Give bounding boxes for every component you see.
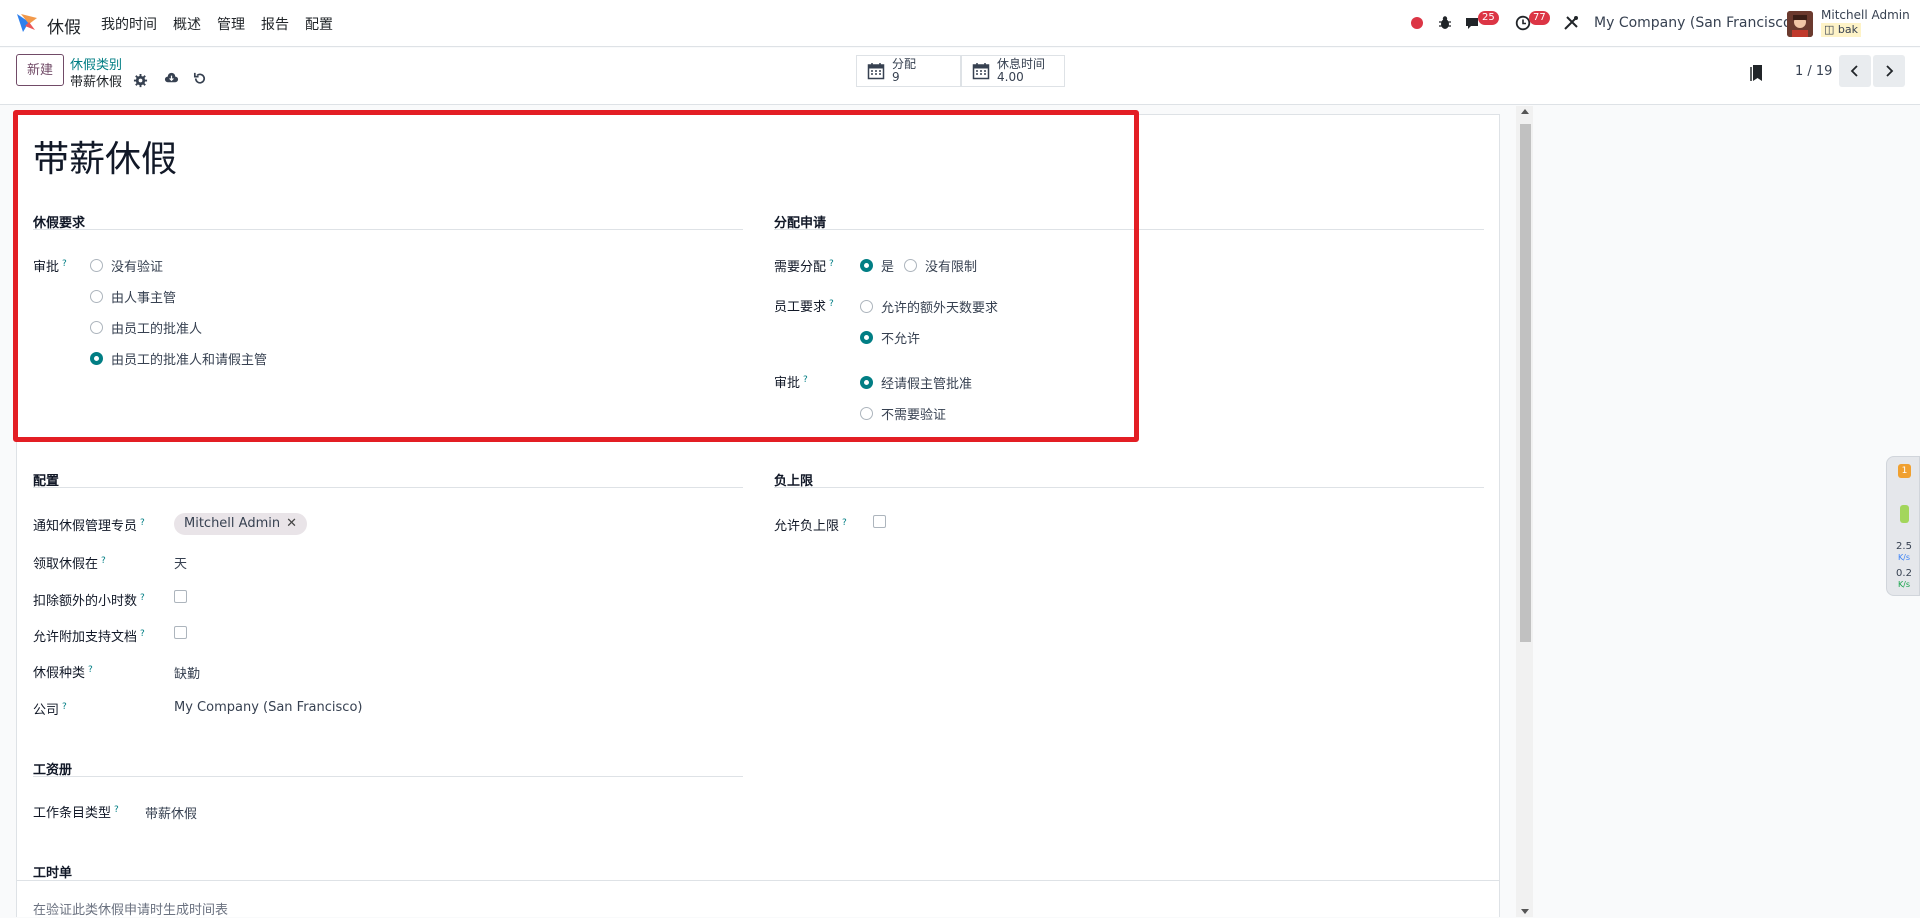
widget-badge: 1 — [1898, 464, 1911, 478]
calendar-icon — [972, 63, 990, 80]
section-divider — [33, 229, 743, 230]
db-badge: ◫ bak — [1821, 23, 1861, 37]
db-name: bak — [1837, 23, 1858, 36]
cloud-save-icon[interactable] — [164, 70, 179, 85]
discard-icon[interactable] — [192, 71, 207, 86]
allow-negative-label: 允许负上限? — [774, 517, 847, 534]
calendar-icon — [867, 63, 885, 80]
section-timesheet-title: 工时单 — [33, 866, 73, 881]
notify-user-tag[interactable]: Mitchell Admin ✕ — [174, 513, 308, 535]
control-panel: 新建 休假类别 带薪休假 分配 9 休息时间 4.00 1 / 19 — [0, 48, 1920, 105]
deduct-extra-label: 扣除额外的小时数? — [33, 592, 145, 609]
section-divider — [33, 776, 743, 777]
tools-icon[interactable] — [1562, 14, 1580, 32]
record-title[interactable]: 带薪休假 — [33, 130, 177, 182]
activity-badge: 77 — [1529, 11, 1550, 25]
new-button[interactable]: 新建 — [16, 54, 64, 86]
notify-label: 通知休假管理专员? — [33, 517, 145, 534]
approval-option-no-validation[interactable]: 没有验证 — [90, 256, 163, 275]
allocation-approval-none[interactable]: 不需要验证 — [860, 404, 946, 423]
app-name[interactable]: 休假 — [47, 13, 81, 38]
requires-allocation-no-limit[interactable]: 没有限制 — [904, 256, 977, 275]
top-navbar: 休假 我的时间 概述 管理 报告 配置 25 77 My Company (Sa… — [0, 0, 1920, 47]
employee-requests-label: 员工要求? — [774, 298, 834, 315]
menu-reporting[interactable]: 报告 — [261, 14, 289, 34]
menu-configuration[interactable]: 配置 — [305, 14, 333, 34]
timesheet-help-text: 在验证此类休假申请时生成时间表 — [33, 903, 229, 918]
deduct-extra-checkbox[interactable] — [174, 590, 187, 603]
allocation-approval-manager[interactable]: 经请假主管批准 — [860, 373, 972, 392]
section-divider — [774, 487, 1484, 488]
user-name: Mitchell Admin — [1821, 8, 1910, 22]
take-in-label: 领取休假在? — [33, 555, 106, 572]
menu-my-time[interactable]: 我的时间 — [101, 14, 157, 34]
menu-management[interactable]: 管理 — [217, 14, 245, 34]
work-entry-value[interactable]: 带薪休假 — [145, 803, 197, 822]
stat-timeoff-button[interactable]: 休息时间 4.00 — [961, 55, 1065, 87]
bug-icon[interactable] — [1436, 14, 1454, 32]
pager-value[interactable]: 1 / 19 — [1795, 64, 1832, 79]
kind-value[interactable]: 缺勤 — [174, 663, 200, 682]
bookmark-icon[interactable] — [1750, 64, 1764, 82]
take-in-value[interactable]: 天 — [174, 553, 187, 572]
breadcrumb-current: 带薪休假 — [70, 75, 123, 90]
allocation-approval-label: 审批? — [774, 374, 808, 391]
main-menu: 我的时间 概述 管理 报告 配置 — [101, 14, 333, 34]
chat-badge: 25 — [1478, 11, 1499, 25]
network-speed-widget[interactable]: 1 2.5 K/s 0.2 K/s — [1886, 456, 1920, 596]
pager-next-button[interactable] — [1873, 55, 1905, 87]
pager-previous-button[interactable] — [1839, 55, 1871, 87]
download-unit: K/s — [1897, 580, 1911, 589]
section-divider — [33, 487, 743, 488]
download-speed: 0.2 — [1896, 568, 1912, 579]
stat-allocations-button[interactable]: 分配 9 — [856, 55, 961, 87]
company-value[interactable]: My Company (San Francisco) — [174, 700, 362, 715]
user-menu[interactable]: Mitchell Admin ◫ bak — [1821, 8, 1910, 37]
chevron-left-icon — [1850, 65, 1858, 77]
employee-requests-not-allowed[interactable]: 不允许 — [860, 328, 920, 347]
kind-label: 休假种类? — [33, 664, 93, 681]
section-divider — [774, 229, 1484, 230]
upload-speed: 2.5 — [1896, 541, 1912, 552]
stat-timeoff-value: 4.00 — [997, 70, 1024, 84]
section-divider — [16, 880, 1500, 881]
gear-icon[interactable] — [133, 73, 148, 88]
battery-icon — [1900, 505, 1909, 523]
form-scrollbar[interactable] — [1516, 106, 1533, 917]
approval-option-both[interactable]: 由员工的批准人和请假主管 — [90, 349, 267, 368]
approval-option-approver[interactable]: 由员工的批准人 — [90, 318, 202, 337]
approval-option-hr-officer[interactable]: 由人事主管 — [90, 287, 176, 306]
attach-support-label: 允许附加支持文档? — [33, 628, 145, 645]
work-entry-label: 工作条目类型? — [33, 804, 119, 821]
menu-overview[interactable]: 概述 — [173, 14, 201, 34]
employee-requests-extra-days[interactable]: 允许的额外天数要求 — [860, 297, 998, 316]
company-switcher[interactable]: My Company (San Francisco) — [1594, 15, 1797, 31]
remove-tag-icon[interactable]: ✕ — [286, 516, 297, 531]
company-label: 公司? — [33, 701, 67, 718]
user-avatar[interactable] — [1787, 11, 1813, 37]
app-logo-icon[interactable] — [15, 12, 39, 34]
notify-tag-label: Mitchell Admin — [184, 516, 281, 531]
allow-negative-checkbox[interactable] — [873, 515, 886, 528]
requires-allocation-yes[interactable]: 是 — [860, 256, 894, 275]
record-dot-icon[interactable] — [1411, 17, 1423, 29]
requires-allocation-label: 需要分配? — [774, 258, 834, 275]
approval-label: 审批? — [33, 258, 67, 275]
chevron-right-icon — [1886, 65, 1894, 77]
stat-allocations-value: 9 — [892, 70, 900, 84]
upload-unit: K/s — [1897, 553, 1911, 562]
attach-support-checkbox[interactable] — [174, 626, 187, 639]
